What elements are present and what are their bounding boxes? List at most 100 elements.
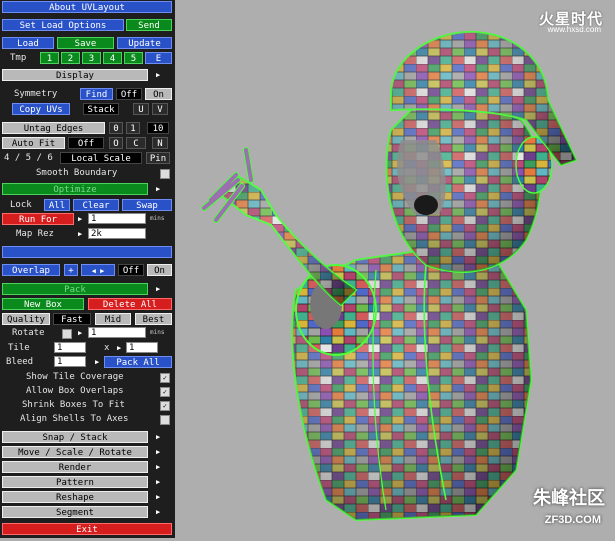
reshape-button[interactable]: Reshape (2, 491, 148, 503)
overlap-on-button[interactable]: On (147, 264, 172, 276)
overlap-button[interactable]: Overlap (2, 264, 60, 276)
u-button[interactable]: U (133, 103, 149, 115)
arrow-right-icon[interactable]: ▶ (156, 183, 160, 195)
display-section-button[interactable]: Display (2, 69, 148, 81)
lock-clear-button[interactable]: Clear (73, 199, 119, 211)
untag-10-button[interactable]: 10 (147, 122, 169, 134)
untag-1-button[interactable]: 1 (126, 122, 140, 134)
auto-fit-button[interactable]: Auto Fit (2, 137, 65, 149)
local-scale-button[interactable]: Local Scale (60, 152, 142, 164)
arrow-right-icon[interactable]: ▶ (156, 476, 160, 488)
tmp-slot-3[interactable]: 3 (82, 52, 101, 64)
render-button[interactable]: Render (2, 461, 148, 473)
tile-y-field[interactable]: 1 (126, 342, 158, 353)
about-uvlayout-button[interactable]: About UVLayout (2, 1, 172, 13)
quality-best-button[interactable]: Best (135, 313, 172, 325)
rotate-field[interactable]: 1 (88, 327, 146, 338)
smooth-boundary-checkbox[interactable] (160, 169, 170, 179)
symmetry-on-button[interactable]: On (145, 88, 172, 100)
tmp-slot-4[interactable]: 4 (103, 52, 122, 64)
rotate-label: Rotate (12, 328, 45, 338)
untag-0-button[interactable]: 0 (109, 122, 123, 134)
lock-swap-button[interactable]: Swap (122, 199, 172, 211)
send-button[interactable]: Send (126, 19, 172, 31)
symmetry-find-button[interactable]: Find (80, 88, 113, 100)
align-shells-to-axes-label: Align Shells To Axes (20, 414, 129, 424)
tmp-slot-2[interactable]: 2 (61, 52, 80, 64)
arrow-right-icon[interactable]: ▶ (156, 491, 160, 503)
update-button[interactable]: Update (117, 37, 172, 49)
arrow-right-icon[interactable]: ▶ (156, 69, 160, 81)
pack-all-button[interactable]: Pack All (104, 356, 172, 368)
shrink-boxes-to-fit-label: Shrink Boxes To Fit (22, 400, 125, 410)
arrow-right-icon[interactable]: ▶ (117, 342, 121, 354)
arrow-right-icon[interactable]: ▶ (156, 283, 160, 295)
lock-all-button[interactable]: All (44, 199, 70, 211)
save-button[interactable]: Save (57, 37, 114, 49)
watermark-zf3d: 朱峰社区 (533, 488, 605, 508)
v-button[interactable]: V (152, 103, 168, 115)
shrink-boxes-to-fit-checkbox[interactable]: ✓ (160, 401, 170, 411)
arrow-right-icon[interactable]: ▶ (78, 213, 82, 225)
arrow-right-icon[interactable]: ▶ (156, 461, 160, 473)
optimize-section-button[interactable]: Optimize (2, 183, 148, 195)
quality-fast-button[interactable]: Fast (53, 313, 91, 325)
smooth-boundary-label: Smooth Boundary (36, 168, 118, 178)
map-rez-field[interactable]: 2k (88, 228, 146, 239)
show-tile-coverage-checkbox[interactable]: ✓ (160, 373, 170, 383)
3d-viewport[interactable]: 火星时代 www.hxsd.com 朱峰社区 ZF3D.COM (176, 0, 615, 538)
tmp-slot-1[interactable]: 1 (40, 52, 59, 64)
pack-section-button[interactable]: Pack (2, 283, 148, 295)
overlap-plus-button[interactable]: + (64, 264, 78, 276)
untag-edges-button[interactable]: Untag Edges (2, 122, 105, 134)
arrow-right-icon[interactable]: ▶ (156, 446, 160, 458)
tmp-slot-5[interactable]: 5 (124, 52, 143, 64)
quality-mid-button[interactable]: Mid (95, 313, 131, 325)
overlap-step-buttons[interactable]: ◀ ▶ (81, 264, 115, 276)
delete-all-button[interactable]: Delete All (88, 298, 172, 310)
allow-box-overlaps-checkbox[interactable]: ✓ (160, 387, 170, 397)
collapsed-section-bar[interactable] (2, 246, 172, 258)
snap-stack-button[interactable]: Snap / Stack (2, 431, 148, 443)
run-for-field[interactable]: 1 (88, 213, 146, 224)
auto-fit-value[interactable]: Off (68, 137, 104, 149)
bleed-label: Bleed (6, 357, 34, 367)
overlap-off-button[interactable]: Off (118, 264, 144, 276)
tmp-slot-e[interactable]: E (145, 52, 172, 64)
auto-fit-o-button[interactable]: O (109, 137, 123, 149)
auto-fit-c-button[interactable]: C (126, 137, 146, 149)
arrow-right-icon[interactable]: ▶ (78, 327, 82, 339)
set-load-options-button[interactable]: Set Load Options (2, 19, 124, 31)
map-rez-label: Map Rez (16, 229, 54, 239)
tile-x-separator: x (104, 343, 110, 353)
move-scale-rotate-button[interactable]: Move / Scale / Rotate (2, 446, 148, 458)
copy-uvs-button[interactable]: Copy UVs (12, 103, 70, 115)
quality-label: Quality (2, 313, 50, 325)
symmetry-off-button[interactable]: Off (116, 88, 142, 100)
segment-button[interactable]: Segment (2, 506, 148, 518)
arrow-right-icon[interactable]: ▶ (156, 431, 160, 443)
watermark-zf3d-url: ZF3D.COM (544, 514, 601, 526)
pin-button[interactable]: Pin (146, 152, 170, 164)
arrow-right-icon[interactable]: ▶ (95, 356, 99, 368)
tile-x-field[interactable]: 1 (54, 342, 86, 353)
bleed-field[interactable]: 1 (54, 356, 86, 367)
exit-button[interactable]: Exit (2, 523, 172, 535)
auto-fit-n-button[interactable]: N (152, 137, 168, 149)
allow-box-overlaps-label: Allow Box Overlaps (26, 386, 124, 396)
new-box-button[interactable]: New Box (2, 298, 84, 310)
uvlayout-control-panel: About UVLayout Set Load Options Send Loa… (0, 0, 175, 538)
load-button[interactable]: Load (2, 37, 54, 49)
arrow-right-icon[interactable]: ▶ (156, 506, 160, 518)
rotate-unit: mins (150, 329, 165, 336)
align-shells-to-axes-checkbox[interactable] (160, 415, 170, 425)
symmetry-label: Symmetry (14, 89, 58, 99)
pattern-button[interactable]: Pattern (2, 476, 148, 488)
stack-button[interactable]: Stack (83, 103, 119, 115)
run-for-unit: mins (150, 215, 165, 222)
numbers-456-label: 4 / 5 / 6 (4, 153, 53, 163)
watermark-hxsd-url: www.hxsd.com (547, 25, 601, 34)
run-for-button[interactable]: Run For (2, 213, 74, 225)
arrow-right-icon[interactable]: ▶ (78, 228, 82, 240)
rotate-checkbox[interactable] (62, 329, 72, 339)
